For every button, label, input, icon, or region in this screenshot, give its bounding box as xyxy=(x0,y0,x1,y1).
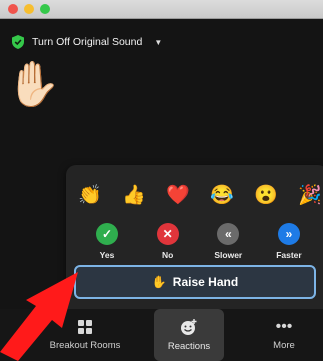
open-mouth-emoji-button[interactable]: 😮 xyxy=(254,183,278,207)
raise-hand-button[interactable]: ✋ Raise Hand xyxy=(74,265,316,299)
original-sound-toggle[interactable]: Turn Off Original Sound ▼ xyxy=(12,31,162,53)
x-icon: ✕ xyxy=(156,223,179,245)
checkmark-icon: ✓ xyxy=(96,223,118,245)
tears-of-joy-emoji-button[interactable]: 😂 xyxy=(210,183,234,207)
reactions-label: Reactions xyxy=(167,341,211,352)
original-sound-label: Turn Off Original Sound xyxy=(32,36,143,48)
ellipsis-icon: ••• xyxy=(275,318,293,335)
double-chevron-right-icon: » xyxy=(277,223,300,245)
zoom-window-button[interactable] xyxy=(40,4,50,14)
emoji-reactions-row: 👏 👍 ❤️ 😂 😮 🎉 xyxy=(78,183,322,207)
clap-emoji-button[interactable]: 👏 xyxy=(78,183,102,207)
slower-feedback-button[interactable]: « Slower xyxy=(205,223,251,260)
emoji-add-icon xyxy=(181,319,197,335)
no-feedback-button[interactable]: ✕ No xyxy=(145,223,191,260)
chevron-down-icon[interactable]: ▼ xyxy=(154,38,162,47)
raise-hand-label: Raise Hand xyxy=(172,275,239,289)
more-button[interactable]: ••• More xyxy=(254,309,314,361)
double-chevron-left-icon: « xyxy=(217,223,240,245)
faster-feedback-button[interactable]: » Faster xyxy=(266,223,312,260)
red-arrow-annotation xyxy=(0,272,78,361)
thumbs-up-emoji-button[interactable]: 👍 xyxy=(122,183,146,207)
heart-emoji-button[interactable]: ❤️ xyxy=(166,183,190,207)
hand-icon: ✋ xyxy=(151,275,167,289)
window-titlebar xyxy=(0,0,323,19)
nonverbal-feedback-row: ✓ Yes ✕ No « Slower » Faster xyxy=(84,223,312,260)
party-popper-emoji-button[interactable]: 🎉 xyxy=(298,183,322,207)
no-label: No xyxy=(161,250,174,260)
raised-hand-reaction: ✋🏻 xyxy=(6,60,61,109)
shield-check-icon xyxy=(12,35,24,49)
slower-label: Slower xyxy=(214,250,243,260)
close-window-button[interactable] xyxy=(8,4,18,14)
minimize-window-button[interactable] xyxy=(24,4,34,14)
reactions-button[interactable]: Reactions xyxy=(154,309,224,361)
more-label: More xyxy=(273,340,295,351)
faster-label: Faster xyxy=(276,250,302,260)
